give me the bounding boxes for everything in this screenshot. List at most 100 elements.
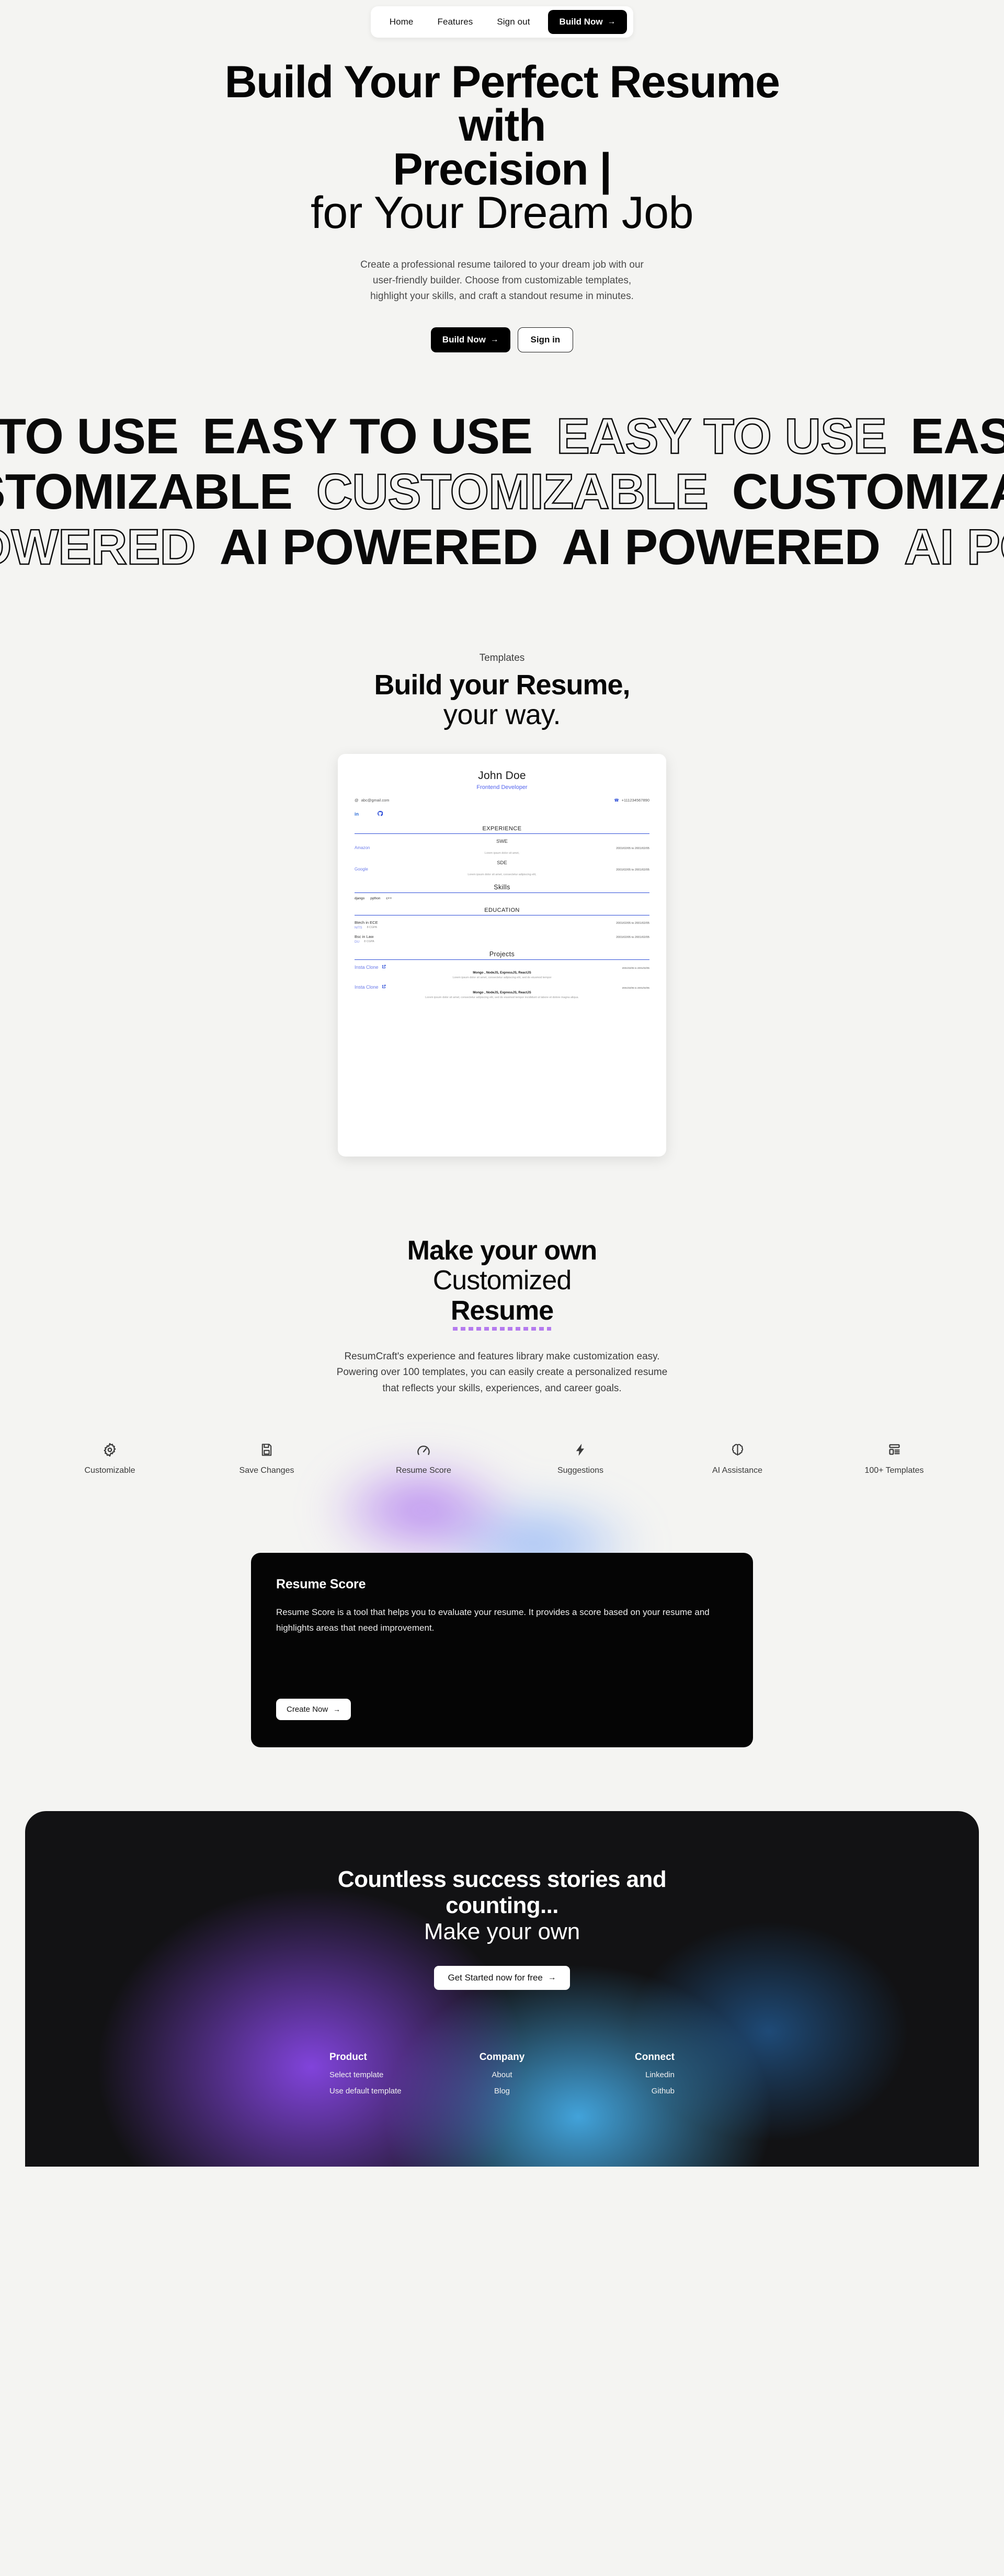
resume-projects-heading: Projects (355, 951, 649, 960)
features-section: Customizable Save Changes Resume Score S… (0, 1425, 1004, 1582)
marquee-row-customizable: CUSTOMIZABLE CUSTOMIZABLE CUSTOMIZABLE C… (0, 464, 1004, 520)
hero-sign-in-button[interactable]: Sign in (517, 327, 574, 352)
resume-experience-title: SWE (496, 839, 508, 845)
resume-project-stack: Mongo , NodeJS, ExpressJS, ReactJS (473, 971, 531, 975)
footer-link-linkedin[interactable]: Linkedin (560, 2070, 675, 2079)
get-started-button[interactable]: Get Started now for free → (434, 1966, 570, 1990)
footer-column-connect: Connect Linkedin Github (560, 2052, 675, 2096)
nav-build-now-label: Build Now (559, 17, 603, 27)
feature-label: Save Changes (239, 1466, 294, 1475)
marquee-item: AI POWERED (904, 519, 1004, 575)
resume-skills-heading: Skills (355, 884, 649, 894)
layout-icon (887, 1441, 902, 1459)
resume-skill-item: django (355, 897, 365, 901)
resume-experience-date: 2001/02/05 to 2001/02/05 (616, 868, 649, 872)
footer-section: Countless success stories and counting..… (25, 1811, 979, 2167)
resume-education-degree: Bsc in Law (355, 934, 374, 940)
phone-icon: ☎ (614, 798, 619, 803)
hero-heading-line-3: Precision | (393, 144, 612, 194)
hero-build-now-button[interactable]: Build Now → (430, 327, 510, 352)
marquee-item: CUSTOMIZABLE (0, 464, 293, 520)
navbar-container: Home Features Sign out Build Now → (0, 0, 1004, 38)
resume-experience-org: Amazon (355, 845, 370, 851)
templates-eyebrow: Templates (479, 652, 525, 663)
arrow-right-icon: → (490, 335, 499, 344)
feature-templates[interactable]: 100+ Templates (816, 1441, 973, 1475)
marquee-row-easy-to-use: EASY TO USE EASY TO USE EASY TO USE EASY… (0, 409, 1004, 464)
marquee-item: AI POWERED (219, 519, 539, 575)
footer-link-about[interactable]: About (444, 2070, 560, 2079)
hero-build-now-label: Build Now (442, 334, 486, 345)
templates-heading-thin: your way. (443, 699, 561, 730)
create-now-label: Create Now (287, 1705, 328, 1714)
resume-project-desc: Lorem ipsum dolor sit amet, consectetur … (452, 976, 552, 980)
resume-experience-item: SWE Amazon 2001/02/05 to 2001/02/05 Lore… (355, 839, 649, 855)
marquee-section: EASY TO USE EASY TO USE EASY TO USE EASY… (0, 409, 1004, 575)
resume-experience-desc: Lorem ipsum dolor sit amet, (484, 852, 520, 855)
resume-score-body: Resume Score is a tool that helps you to… (276, 1607, 710, 1633)
arrow-right-icon: → (547, 1973, 556, 1983)
resume-experience-title: SDE (497, 860, 507, 866)
marquee-item: CUSTOMIZABLE (316, 464, 709, 520)
footer-column-title: Product (329, 2052, 367, 2063)
resume-project-title: Insta Clone (355, 984, 379, 990)
resume-skills-list: django python c++ (355, 897, 649, 900)
nav-build-now-button[interactable]: Build Now → (547, 10, 628, 34)
brain-icon (730, 1441, 745, 1459)
external-link-icon[interactable] (382, 965, 386, 970)
nav-link-features[interactable]: Features (437, 17, 497, 27)
feature-ai-assistance[interactable]: AI Assistance (659, 1441, 816, 1475)
footer-link-github[interactable]: Github (560, 2087, 675, 2096)
hero-subtitle: Create a professional resume tailored to… (360, 259, 644, 302)
resume-role: Frontend Developer (476, 784, 528, 791)
marquee-item: EASY TO USE (202, 408, 533, 464)
resume-skill-item: c++ (386, 897, 392, 901)
resume-project-item: Insta Clone 2001/02/05 to 2001/02/05 Mon… (355, 965, 649, 980)
marquee-item: EASY TO USE (556, 408, 888, 464)
feature-resume-score[interactable]: Resume Score (345, 1441, 502, 1475)
resume-experience-desc: Lorem ipsum dolor sit amet, consectetur … (467, 873, 537, 877)
create-now-button[interactable]: Create Now → (276, 1699, 351, 1720)
resume-project-stack: Mongo , NodeJS, ExpressJS, ReactJS (473, 991, 531, 995)
resume-education-item: Btech in ECE 2001/02/05 to 2001/02/05 NI… (355, 920, 649, 930)
hero-heading-line-2: with (459, 100, 546, 151)
resume-education-gpa: 8 CGPA (364, 940, 374, 944)
resume-project-date: 2001/02/05 to 2001/02/05 (622, 967, 649, 970)
footer-link-use-default-template[interactable]: Use default template (329, 2087, 444, 2096)
footer-link-blog[interactable]: Blog (444, 2087, 560, 2096)
footer-column-title: Connect (635, 2052, 675, 2063)
feature-label: AI Assistance (712, 1466, 763, 1475)
external-link-icon[interactable] (382, 984, 386, 990)
feature-customizable[interactable]: Customizable (31, 1441, 188, 1475)
resume-contact-row: @ abc@gmail.com ☎ +111234567890 (355, 798, 649, 803)
resume-experience-date: 2001/02/05 to 2001/02/05 (616, 847, 649, 851)
footer-heading: Countless success stories and counting..… (314, 1811, 690, 1945)
resume-project-title: Insta Clone (355, 965, 379, 970)
linkedin-icon[interactable]: in (355, 811, 359, 817)
resume-experience-item: SDE Google 2001/02/05 to 2001/02/05 Lore… (355, 860, 649, 877)
customize-line-3: Resume (450, 1295, 554, 1331)
templates-heading-bold: Build your Resume, (374, 669, 630, 701)
resume-education-date: 2001/02/05 to 2001/02/05 (616, 936, 649, 940)
resume-preview-card[interactable]: John Doe Frontend Developer @ abc@gmail.… (338, 754, 666, 1157)
features-row: Customizable Save Changes Resume Score S… (0, 1441, 1004, 1475)
resume-preview-container[interactable]: John Doe Frontend Developer @ abc@gmail.… (338, 754, 666, 1157)
save-icon (259, 1441, 274, 1459)
gear-icon (102, 1441, 118, 1459)
nav-link-home[interactable]: Home (390, 17, 438, 27)
feature-suggestions[interactable]: Suggestions (502, 1441, 659, 1475)
marquee-item: AI POWERED (0, 519, 197, 575)
hero-heading-line-4: for Your Dream Job (311, 188, 693, 238)
resume-education-school: DU (355, 940, 360, 944)
resume-education-item: Bsc in Law 2001/02/05 to 2001/02/05 DU 8… (355, 934, 649, 944)
customize-heading: Make your own Customized Resume (0, 1236, 1004, 1331)
get-started-label: Get Started now for free (448, 1973, 543, 1983)
footer-link-select-template[interactable]: Select template (329, 2070, 444, 2079)
feature-save-changes[interactable]: Save Changes (188, 1441, 345, 1475)
resume-email-value: abc@gmail.com (361, 798, 390, 803)
customize-section: Make your own Customized Resume ResumCra… (0, 1236, 1004, 1397)
nav-link-sign-out[interactable]: Sign out (497, 17, 547, 27)
github-icon[interactable] (377, 809, 383, 819)
footer-column-company: Company About Blog (444, 2052, 560, 2096)
customize-line-2: Customized (432, 1265, 572, 1296)
